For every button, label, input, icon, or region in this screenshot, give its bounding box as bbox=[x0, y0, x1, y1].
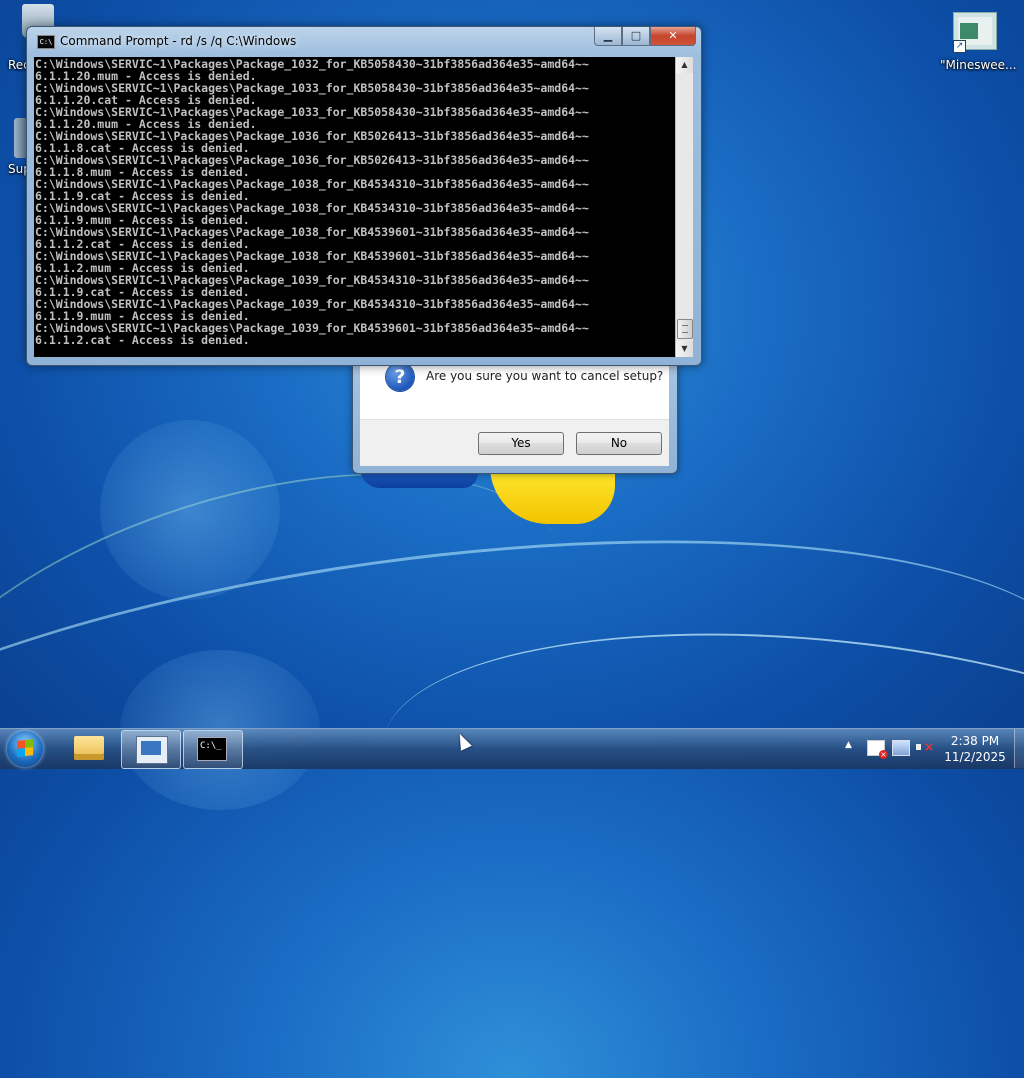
action-center-flag-icon[interactable] bbox=[867, 740, 888, 759]
wallpaper-swirl bbox=[366, 593, 1024, 989]
dialog-footer: Yes No bbox=[360, 419, 669, 466]
windows-flag-icon bbox=[17, 739, 33, 757]
volume-muted-icon[interactable] bbox=[915, 740, 934, 754]
no-button[interactable]: No bbox=[576, 432, 662, 455]
shortcut-arrow-icon: ↗ bbox=[953, 40, 966, 53]
setup-icon bbox=[136, 736, 168, 764]
scroll-down-arrow-icon[interactable]: ▼ bbox=[676, 341, 693, 357]
yes-button[interactable]: Yes bbox=[478, 432, 564, 455]
show-desktop-button[interactable] bbox=[1014, 729, 1024, 768]
scroll-up-arrow-icon[interactable]: ▲ bbox=[676, 57, 693, 73]
system-clock[interactable]: 2:38 PM 11/2/2025 bbox=[935, 733, 1015, 765]
maximize-button[interactable]: □ bbox=[622, 27, 650, 46]
window-title-bar[interactable]: C:\ Command Prompt - rd /s /q C:\Windows bbox=[37, 34, 296, 49]
cmd-title-icon: C:\ bbox=[37, 34, 55, 49]
windows-logo-yellow bbox=[490, 466, 615, 524]
window-title: Command Prompt - rd /s /q C:\Windows bbox=[60, 34, 297, 48]
taskbar-explorer-button[interactable] bbox=[60, 730, 118, 767]
taskbar-setup-button[interactable] bbox=[121, 730, 181, 769]
cmd-icon: C:\_ bbox=[197, 737, 227, 761]
folder-icon bbox=[74, 736, 104, 760]
console-output[interactable]: C:\Windows\SERVIC~1\Packages\Package_103… bbox=[34, 57, 675, 357]
start-button[interactable] bbox=[7, 731, 43, 767]
vertical-scrollbar[interactable]: ▲ ▼ bbox=[675, 57, 693, 357]
close-button[interactable]: ✕ bbox=[650, 27, 696, 46]
show-hidden-icons-icon[interactable]: ▲ bbox=[845, 740, 852, 750]
minesweeper-label[interactable]: "Mineswee... bbox=[940, 58, 1016, 72]
dialog-body: ? Are you sure you want to cancel setup? bbox=[360, 357, 669, 419]
cancel-setup-dialog: ? Are you sure you want to cancel setup?… bbox=[352, 356, 678, 474]
wallpaper-glow bbox=[100, 420, 280, 600]
dialog-message: Are you sure you want to cancel setup? bbox=[426, 369, 664, 383]
window-controls: ▁ □ ✕ bbox=[594, 27, 696, 46]
question-icon: ? bbox=[386, 363, 414, 391]
minimize-button[interactable]: ▁ bbox=[594, 27, 622, 46]
taskbar-cmd-button[interactable]: C:\_ bbox=[183, 730, 243, 769]
scrollbar-thumb[interactable] bbox=[677, 319, 693, 339]
clock-date: 11/2/2025 bbox=[944, 750, 1006, 764]
console-text: C:\Windows\SERVIC~1\Packages\Package_103… bbox=[34, 57, 675, 346]
clock-time: 2:38 PM bbox=[950, 734, 1000, 748]
command-prompt-window[interactable]: C:\ Command Prompt - rd /s /q C:\Windows … bbox=[26, 26, 702, 366]
network-icon[interactable] bbox=[892, 740, 910, 756]
console-line: 6.1.1.2.cat - Access is denied. bbox=[35, 333, 250, 347]
